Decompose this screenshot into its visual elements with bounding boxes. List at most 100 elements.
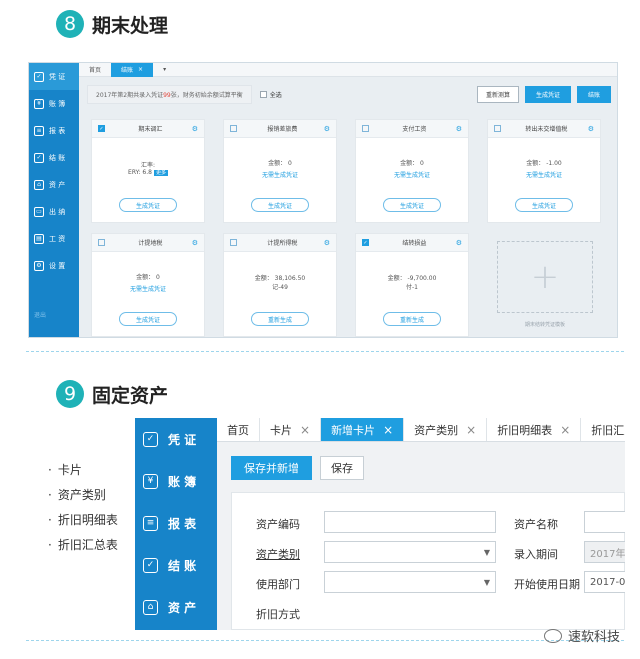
card-action-button[interactable]: 重新生成 xyxy=(251,312,309,326)
voucher-icon: ✓ xyxy=(143,431,158,447)
entry-period-label: 录入期间 xyxy=(514,548,558,561)
toolbar: 2017年第2期共录入凭证99张，财务初始余额试算平衡 全选 重新测算 生成凭证… xyxy=(87,84,611,104)
card-value: 汇率: xyxy=(140,162,156,169)
tab-label: 资产类别 xyxy=(414,423,459,437)
sidebar-item[interactable]: ⚙ 设 置 xyxy=(29,252,79,279)
card-action-button[interactable]: 生成凭证 xyxy=(383,198,441,212)
tab-item[interactable]: 首页 xyxy=(217,418,260,441)
card-title: 计提地税 xyxy=(138,240,163,247)
asset-code-input[interactable] xyxy=(324,511,496,533)
sidebar-item[interactable]: ¥ 账 簿 xyxy=(29,90,79,117)
card-detail: ERY: 6.8 更多 xyxy=(128,169,168,176)
cashier-icon: ▭ xyxy=(34,206,44,217)
start-date-input[interactable]: 2017-02 xyxy=(584,571,625,593)
tab-bar: 首页 结账 × ▾ xyxy=(79,63,617,77)
list-item: 卡片 xyxy=(48,458,118,483)
close-icon[interactable]: × xyxy=(560,423,570,437)
sidebar-item-label: 结 账 xyxy=(49,153,66,162)
save-and-new-button[interactable]: 保存并新增 xyxy=(231,456,312,480)
sidebar: ✓ 凭 证 ¥ 账 簿 ≡ 报 表 ✓ 结 账 ⌂ 资 产 ▭ 出 纳 ▤ 工 资 ⚙ 设 置 退出 xyxy=(29,63,79,337)
close-icon[interactable]: × xyxy=(138,66,143,73)
sidebar-item[interactable]: ✓ 凭 证 xyxy=(29,63,79,90)
card-value: 金额： -9,700.00 xyxy=(387,275,437,282)
tab-item[interactable]: 资产类别 × xyxy=(404,418,488,441)
select-all-checkbox[interactable] xyxy=(259,90,267,98)
sidebar-item[interactable]: ✓ 结 账 xyxy=(135,544,217,586)
card-link[interactable]: 无需生成凭证 xyxy=(130,284,166,293)
card-action-button[interactable]: 生成凭证 xyxy=(119,312,177,326)
sidebar-item[interactable]: ▤ 工 资 xyxy=(29,225,79,252)
card-body: 金额： -9,700.00 付-1 xyxy=(356,252,468,312)
card-checkbox[interactable] xyxy=(98,239,105,246)
sidebar-item-label: 资 产 xyxy=(49,180,66,189)
save-button[interactable]: 保存 xyxy=(320,456,364,480)
period-end-screenshot: ✓ 凭 证 ¥ 账 簿 ≡ 报 表 ✓ 结 账 ⌂ 资 产 ▭ 出 纳 ▤ 工 资 ⚙ 设 置 退出 首页 结… xyxy=(28,62,618,338)
card-checkbox[interactable] xyxy=(494,125,501,132)
tab-dropdown[interactable]: ▾ xyxy=(153,63,176,77)
sidebar-item-label: 工 资 xyxy=(49,234,66,243)
department-select[interactable]: ▼ xyxy=(324,571,496,593)
report-icon: ≡ xyxy=(143,515,158,531)
tab-item[interactable]: 新增卡片 × xyxy=(321,418,405,441)
close-icon[interactable]: × xyxy=(383,423,393,437)
card-checkbox[interactable]: ✓ xyxy=(362,239,369,246)
gear-icon[interactable]: ⚙ xyxy=(588,125,594,133)
gear-icon[interactable]: ⚙ xyxy=(456,125,462,133)
card-checkbox[interactable] xyxy=(362,125,369,132)
recalculate-button[interactable]: 重新测算 xyxy=(476,85,519,103)
tab-item[interactable]: 折旧明细表 × xyxy=(487,418,582,441)
sidebar-item[interactable]: ▭ 出 纳 xyxy=(29,198,79,225)
card-action-button[interactable]: 生成凭证 xyxy=(119,198,177,212)
close-account-icon: ✓ xyxy=(143,557,158,573)
card-checkbox[interactable]: ✓ xyxy=(98,125,105,132)
generate-voucher-button[interactable]: 生成凭证 xyxy=(524,85,571,103)
gear-icon: ⚙ xyxy=(34,260,44,271)
card-action-button[interactable]: 生成凭证 xyxy=(251,198,309,212)
sidebar-item[interactable]: ≡ 报 表 xyxy=(135,502,217,544)
gear-icon[interactable]: ⚙ xyxy=(324,239,330,247)
card-action-button[interactable]: 重新生成 xyxy=(383,312,441,326)
card-checkbox[interactable] xyxy=(230,125,237,132)
period-end-card: ✓ 期末调汇 ⚙ 汇率: ERY: 6.8 更多 生成凭证 xyxy=(91,119,205,223)
more-button[interactable]: 更多 xyxy=(153,170,168,176)
sidebar-item[interactable]: ≡ 报 表 xyxy=(29,117,79,144)
sidebar-item[interactable]: ✓ 结 账 xyxy=(29,144,79,171)
card-checkbox[interactable] xyxy=(230,239,237,246)
card-link[interactable]: 无需生成凭证 xyxy=(526,170,562,179)
sidebar-item[interactable]: ⌂ 资 产 xyxy=(29,171,79,198)
tab-item[interactable]: 折旧汇总表 xyxy=(581,418,625,441)
tab-label: 卡片 xyxy=(270,423,292,437)
gear-icon[interactable]: ⚙ xyxy=(192,239,198,247)
sidebar-item[interactable]: ¥ 账 簿 xyxy=(135,460,217,502)
tab-item[interactable]: 卡片 × xyxy=(260,418,322,441)
tab-home[interactable]: 首页 xyxy=(79,63,111,77)
card-action-button[interactable]: 生成凭证 xyxy=(515,198,573,212)
asset-name-input[interactable] xyxy=(584,511,625,533)
sidebar-item[interactable]: ✓ 凭 证 xyxy=(135,418,217,460)
sidebar-footer[interactable]: 退出 xyxy=(34,310,46,319)
tab-close-account[interactable]: 结账 × xyxy=(111,63,154,77)
gear-icon[interactable]: ⚙ xyxy=(192,125,198,133)
start-date-label: 开始使用日期 xyxy=(514,578,580,591)
salary-icon: ▤ xyxy=(34,233,44,244)
sidebar-item[interactable]: ⌂ 资 产 xyxy=(135,586,217,628)
card-link[interactable]: 无需生成凭证 xyxy=(394,170,430,179)
close-icon[interactable]: × xyxy=(466,423,476,437)
card-title: 报销差旅费 xyxy=(267,126,298,133)
asset-category-select[interactable]: ▼ xyxy=(324,541,496,563)
list-item: 折旧汇总表 xyxy=(48,533,118,558)
card-header: 转出未交增值税 ⚙ xyxy=(488,120,600,138)
section-number: 8 xyxy=(56,10,84,38)
sidebar-item-label: 账 簿 xyxy=(49,99,66,108)
close-icon[interactable]: × xyxy=(300,423,310,437)
gear-icon[interactable]: ⚙ xyxy=(456,239,462,247)
add-template-card[interactable]: + xyxy=(497,241,593,313)
entry-period-field: 2017年第 xyxy=(584,541,625,563)
sidebar-item-label: 报 表 xyxy=(49,126,66,135)
gear-icon[interactable]: ⚙ xyxy=(324,125,330,133)
action-buttons: 保存并新增 保存 xyxy=(231,456,364,480)
department-label: 使用部门 xyxy=(256,578,300,591)
tab-bar: 首页 卡片 × 新增卡片 × 资产类别 × 折旧明细表 × 折旧汇总表 xyxy=(217,418,625,442)
card-link[interactable]: 无需生成凭证 xyxy=(262,170,298,179)
close-account-button[interactable]: 结账 xyxy=(576,85,611,103)
